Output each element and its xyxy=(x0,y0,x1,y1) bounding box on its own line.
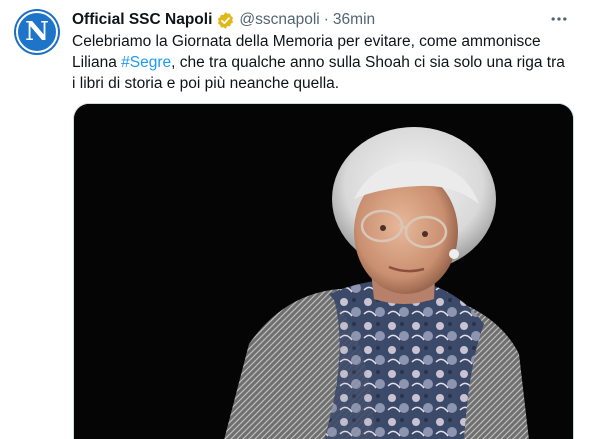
napoli-logo-icon: N xyxy=(16,11,58,53)
separator-dot: · xyxy=(323,11,329,28)
more-options-button[interactable] xyxy=(546,6,572,32)
display-name[interactable]: Official SSC Napoli xyxy=(72,11,212,29)
verified-badge-icon xyxy=(218,11,234,29)
hashtag-link[interactable]: #Segre xyxy=(121,54,171,71)
timestamp[interactable]: 36min xyxy=(333,11,375,29)
tweet-header: Official SSC Napoli @sscnapoli · 36min xyxy=(72,9,375,31)
avatar-letter: N xyxy=(25,17,49,47)
avatar[interactable]: N xyxy=(14,9,60,55)
account-handle[interactable]: @sscnapoli xyxy=(239,11,319,29)
more-icon xyxy=(551,17,567,21)
tweet-photo[interactable] xyxy=(73,103,574,439)
portrait-photo xyxy=(74,104,573,439)
tweet[interactable]: N Official SSC Napoli @sscnapoli · 36min… xyxy=(0,0,590,439)
tweet-text: Celebriamo la Giornata della Memoria per… xyxy=(72,31,572,94)
